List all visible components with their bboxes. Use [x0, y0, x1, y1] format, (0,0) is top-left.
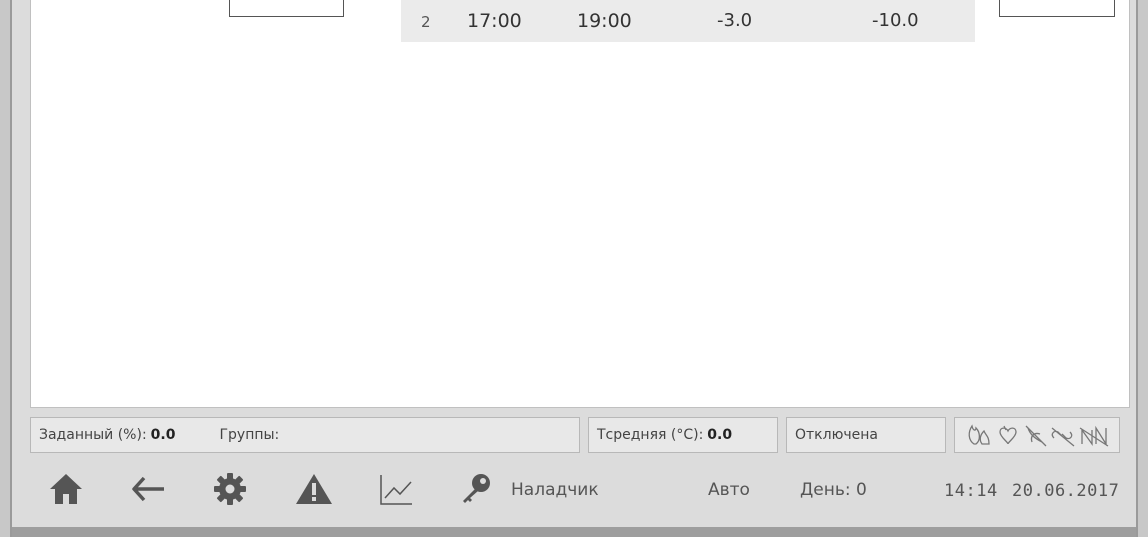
- bottom-border: [12, 527, 1136, 537]
- mode-text: Авто: [708, 480, 750, 500]
- row-index: 2: [421, 13, 431, 31]
- user-role[interactable]: Наладчик: [511, 480, 599, 500]
- clock-date: 20.06.2017: [1012, 481, 1120, 501]
- signal-off-icon: [1079, 425, 1109, 447]
- tavg-label: Тсредняя (°C):: [597, 427, 704, 443]
- warning-icon[interactable]: [292, 469, 336, 509]
- target-status-box: Заданный (%): 0.0 Группы:: [30, 417, 580, 453]
- main-panel: 2 17:00 19:00 -3.0 -10.0: [30, 0, 1130, 408]
- back-arrow-icon[interactable]: [128, 469, 168, 509]
- temp-min: -3.0: [717, 10, 753, 31]
- bracket-right: [999, 0, 1115, 17]
- day-text: День: 0: [800, 480, 867, 500]
- link-off-icon: [1051, 427, 1075, 447]
- status-bar: Заданный (%): 0.0 Группы: Тсредняя (°C):…: [30, 417, 1120, 453]
- state-text: Отключена: [795, 427, 878, 443]
- schedule-row[interactable]: 2 17:00 19:00 -3.0 -10.0: [401, 0, 975, 42]
- heart-icon: [999, 425, 1017, 445]
- bracket-left: [229, 0, 344, 17]
- target-label: Заданный (%):: [39, 427, 147, 443]
- home-icon[interactable]: [46, 469, 86, 509]
- chart-icon[interactable]: [376, 469, 416, 509]
- start-time: 17:00: [467, 10, 522, 32]
- flame-icon: [968, 424, 990, 445]
- target-value: 0.0: [150, 427, 176, 443]
- bottom-toolbar: Наладчик Авто День: 0 14:14 20.06.2017: [30, 455, 1130, 525]
- status-icons-box: [954, 417, 1120, 453]
- end-time: 19:00: [577, 10, 632, 32]
- temp-max: -10.0: [872, 10, 919, 31]
- gear-icon[interactable]: [210, 469, 250, 509]
- key-icon[interactable]: [458, 469, 494, 509]
- window-frame-right: [1136, 0, 1148, 537]
- clock-time: 14:14: [944, 481, 998, 501]
- groups-label: Группы:: [219, 427, 280, 443]
- fan-off-icon: [1025, 425, 1047, 447]
- tavg-value: 0.0: [707, 427, 733, 443]
- status-icons: [968, 424, 1109, 447]
- tavg-status-box: Тсредняя (°C): 0.0: [588, 417, 778, 453]
- window-frame-left: [0, 0, 12, 537]
- state-box: Отключена: [786, 417, 946, 453]
